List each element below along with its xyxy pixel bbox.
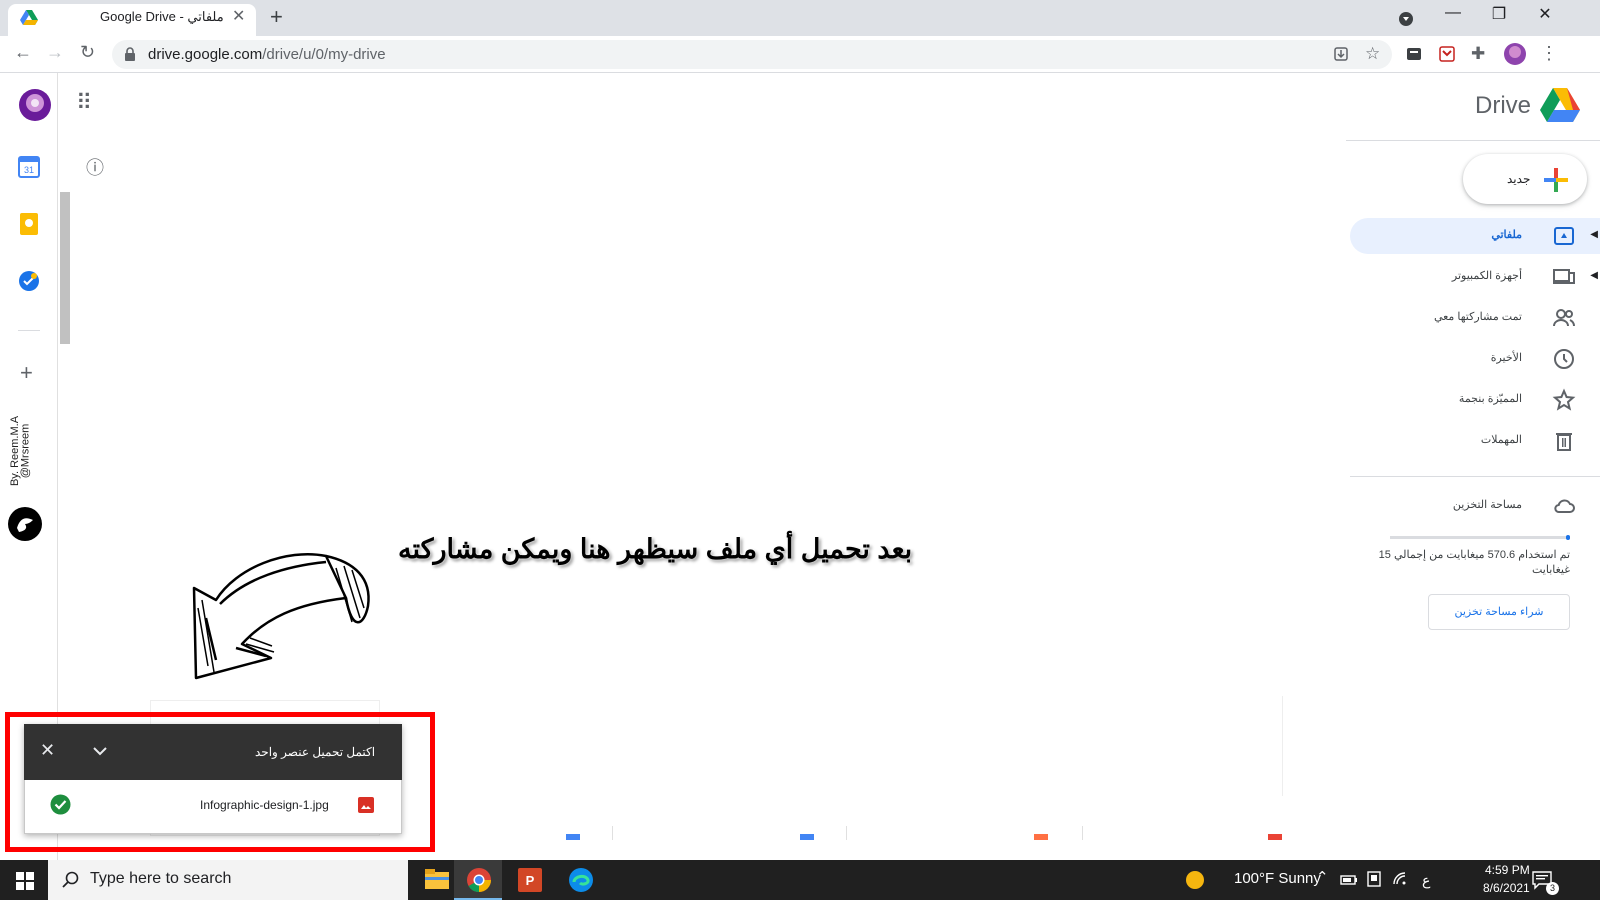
close-window-button[interactable]: ✕ bbox=[1522, 4, 1568, 24]
extensions-puzzle-icon[interactable]: ✚ bbox=[1471, 44, 1485, 64]
new-tab-button[interactable]: + bbox=[270, 4, 283, 30]
keep-icon[interactable] bbox=[19, 212, 39, 236]
rail-divider bbox=[18, 330, 40, 331]
search-icon bbox=[62, 871, 79, 888]
taskbar-search-placeholder: Type here to search bbox=[90, 870, 232, 887]
extension-a-icon[interactable] bbox=[1406, 46, 1422, 62]
add-addon-icon[interactable]: + bbox=[20, 360, 33, 386]
nav-shared-with-me[interactable]: تمت مشاركتها معي bbox=[1350, 300, 1600, 336]
maximize-button[interactable]: ❐ bbox=[1476, 4, 1522, 24]
clock-icon bbox=[1554, 349, 1574, 369]
grid-divider bbox=[1082, 826, 1083, 840]
bookmark-star-icon[interactable]: ☆ bbox=[1365, 44, 1380, 64]
expand-caret-icon[interactable]: ◀ bbox=[1590, 229, 1598, 240]
computers-icon bbox=[1553, 269, 1575, 284]
nav-trash[interactable]: المهملات bbox=[1350, 423, 1600, 459]
grid-divider bbox=[612, 826, 613, 840]
lock-icon[interactable] bbox=[124, 47, 136, 61]
chrome-icon bbox=[467, 868, 491, 892]
shared-icon bbox=[1553, 309, 1575, 327]
profile-dropdown-icon[interactable] bbox=[1398, 11, 1414, 27]
svg-text:P: P bbox=[526, 873, 535, 888]
user-avatar[interactable] bbox=[18, 88, 52, 122]
file-type-icon bbox=[1034, 834, 1048, 840]
weather-text[interactable]: 100°F Sunny bbox=[1234, 870, 1321, 887]
file-type-icon bbox=[800, 834, 814, 840]
battery-icon[interactable] bbox=[1340, 873, 1358, 887]
minimize-button[interactable]: — bbox=[1430, 4, 1476, 22]
nav-label: الأخيرة bbox=[1490, 352, 1522, 364]
url-text: drive.google.com/drive/u/0/my-drive bbox=[148, 46, 386, 63]
my-drive-icon bbox=[1554, 227, 1574, 245]
nav-label: ملفاتي bbox=[1491, 229, 1522, 241]
file-explorer-icon[interactable] bbox=[424, 868, 450, 890]
nav-label: مساحة التخزين bbox=[1452, 499, 1522, 511]
grid-divider bbox=[846, 826, 847, 840]
back-button[interactable]: ← bbox=[14, 42, 32, 63]
show-hidden-icons-icon[interactable]: ⌃ bbox=[1316, 868, 1329, 886]
nav-divider bbox=[1350, 476, 1600, 477]
trash-icon bbox=[1556, 433, 1572, 451]
star-icon bbox=[1552, 388, 1576, 411]
clock-date[interactable]: 8/6/2021 bbox=[1483, 881, 1530, 895]
nav-my-drive[interactable]: ◀ ملفاتي bbox=[1350, 218, 1600, 254]
forward-button[interactable]: → bbox=[46, 42, 64, 63]
tasks-icon[interactable] bbox=[18, 270, 40, 292]
calendar-icon[interactable]: 31 bbox=[18, 156, 40, 178]
drive-logo-icon[interactable] bbox=[1540, 88, 1580, 124]
tab-close-icon[interactable]: ✕ bbox=[232, 6, 245, 26]
nav-starred[interactable]: المميّزة بنجمة bbox=[1350, 382, 1600, 418]
cloud-icon bbox=[1554, 499, 1575, 513]
file-type-icon bbox=[1268, 834, 1282, 840]
scrollbar-thumb[interactable] bbox=[60, 192, 70, 344]
buy-storage-button[interactable]: شراء مساحة تخزين bbox=[1428, 594, 1570, 630]
nav-computers[interactable]: ◀ أجهزة الكمبيوتر bbox=[1350, 259, 1600, 295]
notification-count-badge: 3 bbox=[1546, 882, 1559, 895]
nav-storage[interactable]: مساحة التخزين bbox=[1350, 488, 1600, 524]
sun-weather-icon[interactable] bbox=[1184, 869, 1206, 891]
file-thumbnail[interactable] bbox=[1282, 696, 1300, 796]
edge-icon[interactable] bbox=[568, 867, 594, 893]
drive-favicon-icon bbox=[20, 10, 38, 25]
creator-logo-icon bbox=[8, 507, 42, 541]
windows-start-icon[interactable] bbox=[16, 872, 34, 890]
storage-usage-bar bbox=[1390, 536, 1570, 539]
browser-menu-icon[interactable]: ⋮ bbox=[1540, 43, 1558, 64]
expand-caret-icon[interactable]: ◀ bbox=[1590, 270, 1598, 281]
drive-title: Drive bbox=[1475, 92, 1532, 119]
tab-title: Google Drive - ملفاتي bbox=[100, 9, 224, 24]
storage-usage-text: تم استخدام 570.6 ميغابايت من إجمالي 15 غ… bbox=[1378, 549, 1570, 576]
clock-time[interactable]: 4:59 PM bbox=[1485, 863, 1530, 877]
profile-avatar-icon[interactable] bbox=[1503, 42, 1527, 66]
hand-drawn-arrow-icon bbox=[192, 553, 370, 680]
nav-label: المميّزة بنجمة bbox=[1458, 393, 1522, 405]
plus-icon bbox=[1544, 168, 1568, 192]
device-icon[interactable] bbox=[1366, 871, 1382, 887]
new-button-label: جديد bbox=[1507, 172, 1531, 186]
nav-label: أجهزة الكمبيوتر bbox=[1451, 270, 1522, 282]
install-app-icon[interactable] bbox=[1333, 46, 1349, 62]
file-type-icon bbox=[566, 834, 580, 840]
storage-usage-fill bbox=[1566, 535, 1570, 540]
input-language-indicator[interactable]: ع bbox=[1422, 872, 1430, 889]
nav-recent[interactable]: الأخيرة bbox=[1350, 341, 1600, 377]
annotation-text: بعد تحميل أي ملف سيظهر هنا ويمكن مشاركته bbox=[398, 534, 913, 564]
svg-text:31: 31 bbox=[24, 165, 34, 175]
powerpoint-icon[interactable]: P bbox=[518, 868, 542, 892]
info-icon[interactable]: ⓘ bbox=[86, 154, 104, 180]
header-divider bbox=[1346, 140, 1600, 141]
credit-watermark: By. Reem.M.A @Mrsreem bbox=[0, 415, 52, 495]
nav-label: تمت مشاركتها معي bbox=[1433, 311, 1522, 323]
wifi-icon[interactable] bbox=[1392, 871, 1408, 887]
nav-label: المهملات bbox=[1480, 434, 1522, 446]
credit-handle: @Mrsreem bbox=[19, 423, 32, 479]
extension-b-icon[interactable] bbox=[1439, 46, 1455, 62]
highlight-box bbox=[5, 712, 435, 852]
apps-grid-icon[interactable]: ⠿ bbox=[76, 90, 92, 116]
reload-button[interactable]: ↻ bbox=[80, 42, 95, 63]
